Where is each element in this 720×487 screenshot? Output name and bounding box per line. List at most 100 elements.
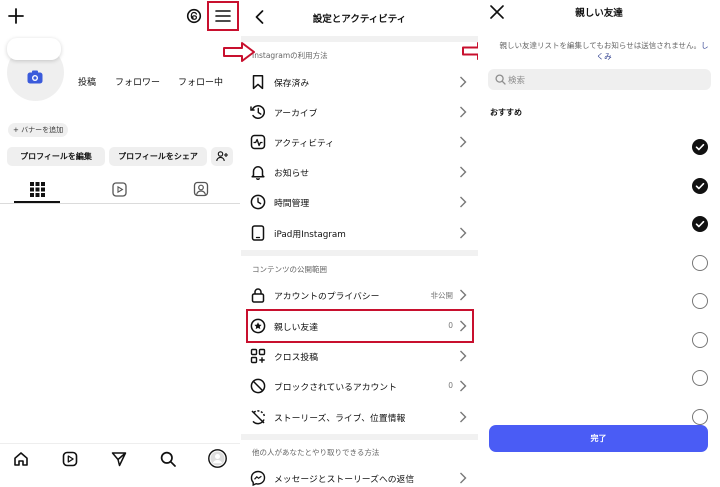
settings-item-ipad[interactable]: iPad用Instagram bbox=[241, 218, 478, 248]
posts-stat-label[interactable]: 投稿 bbox=[78, 75, 96, 88]
home-icon[interactable] bbox=[13, 451, 29, 467]
lock-icon bbox=[250, 287, 266, 303]
block-icon bbox=[250, 378, 266, 394]
tablet-icon bbox=[250, 225, 266, 241]
settings-item-label: アカウントのプライバシー bbox=[274, 292, 380, 302]
chevron-right-icon bbox=[459, 166, 467, 178]
section-gap bbox=[241, 250, 478, 256]
discover-people-button[interactable] bbox=[211, 147, 233, 166]
search-icon bbox=[495, 74, 506, 85]
story-off-icon bbox=[250, 409, 266, 425]
chevron-right-icon bbox=[459, 289, 467, 301]
friend-checkbox-unchecked[interactable] bbox=[692, 331, 708, 348]
archive-icon bbox=[250, 104, 266, 120]
chevron-right-icon bbox=[459, 472, 467, 484]
add-person-icon bbox=[216, 151, 228, 162]
settings-item-notifications[interactable]: お知らせ bbox=[241, 157, 478, 187]
settings-item-label: ブロックされているアカウント bbox=[274, 383, 397, 393]
section-gap bbox=[241, 36, 478, 42]
chevron-right-icon bbox=[459, 380, 467, 392]
following-stat-label[interactable]: フォロー中 bbox=[178, 75, 223, 88]
bell-icon bbox=[250, 164, 266, 180]
chevron-right-icon bbox=[459, 136, 467, 148]
chevron-right-icon bbox=[459, 106, 467, 118]
search-placeholder: 検索 bbox=[508, 76, 526, 86]
close-friends-panel: 親しい友達 親しい友達リストを編集してもお知らせは送信されません。しくみ 検索 … bbox=[478, 0, 720, 487]
friend-checkbox-unchecked[interactable] bbox=[692, 254, 708, 271]
threads-icon[interactable] bbox=[186, 8, 202, 24]
recommended-label: おすすめ bbox=[490, 108, 522, 117]
share-profile-button[interactable]: プロフィールをシェア bbox=[109, 147, 207, 166]
red-arrow-to-settings-icon bbox=[222, 41, 256, 63]
section-label-usage: Instagramの利用方法 bbox=[252, 51, 328, 60]
checkmark-icon bbox=[695, 143, 705, 151]
settings-item-label: アーカイブ bbox=[274, 109, 318, 119]
settings-item-account-privacy[interactable]: アカウントのプライバシー 非公開 bbox=[241, 280, 478, 310]
friend-checkbox-checked[interactable] bbox=[692, 139, 708, 155]
section-label-interactions: 他の人があなたとやり取りできる方法 bbox=[252, 448, 380, 457]
settings-item-label: 時間管理 bbox=[274, 199, 310, 209]
clock-icon bbox=[250, 194, 266, 210]
grid-tab-icon[interactable] bbox=[30, 182, 45, 197]
profile-panel: 投稿 フォロワー フォロー中 + バナーを追加 プロフィールを編集 プロフィール… bbox=[0, 0, 240, 487]
tabs-divider bbox=[0, 203, 240, 204]
activity-icon bbox=[250, 134, 266, 150]
settings-item-blocked[interactable]: ブロックされているアカウント 0 bbox=[241, 371, 478, 401]
profile-top-bar bbox=[0, 0, 240, 34]
settings-item-label: メッセージとストーリーズへの返信 bbox=[274, 475, 415, 485]
checkmark-icon bbox=[695, 182, 705, 189]
checkmark-icon bbox=[695, 220, 705, 228]
camera-icon[interactable] bbox=[27, 70, 43, 84]
settings-item-archive[interactable]: アーカイブ bbox=[241, 97, 478, 127]
chevron-right-icon bbox=[459, 76, 467, 88]
reels-nav-icon[interactable] bbox=[62, 451, 78, 467]
grid-plus-icon bbox=[250, 348, 266, 364]
profile-tabs bbox=[0, 178, 240, 202]
settings-item-label: クロス投稿 bbox=[274, 353, 318, 363]
settings-item-label: アクティビティ bbox=[274, 139, 335, 149]
section-gap bbox=[241, 434, 478, 440]
friend-checkbox-unchecked[interactable] bbox=[692, 370, 708, 386]
settings-item-time-management[interactable]: 時間管理 bbox=[241, 187, 478, 217]
settings-item-messages-replies[interactable]: メッセージとストーリーズへの返信 bbox=[241, 463, 478, 487]
bookmark-icon bbox=[250, 74, 266, 90]
create-plus-icon[interactable] bbox=[8, 8, 24, 24]
search-nav-icon[interactable] bbox=[160, 451, 176, 467]
blocked-count: 0 bbox=[448, 381, 453, 390]
close-friends-description: 親しい友達リストを編集してもお知らせは送信されません。しくみ bbox=[498, 40, 710, 62]
add-banner-chip[interactable]: + バナーを追加 bbox=[8, 123, 69, 137]
settings-item-label: ストーリーズ、ライブ、位置情報 bbox=[274, 414, 406, 424]
settings-item-label: お知らせ bbox=[274, 169, 310, 179]
settings-panel: 設定とアクティビティ Instagramの利用方法 保存済み アーカイブ アクテ… bbox=[241, 0, 478, 487]
settings-item-label: 保存済み bbox=[274, 79, 310, 89]
privacy-status-value: 非公開 bbox=[430, 291, 454, 300]
bottom-nav bbox=[0, 444, 240, 474]
send-icon[interactable] bbox=[111, 451, 127, 467]
close-friends-title: 親しい友達 bbox=[575, 8, 623, 19]
chevron-right-icon bbox=[459, 196, 467, 208]
chevron-right-icon bbox=[459, 411, 467, 423]
done-button[interactable]: 完了 bbox=[489, 425, 708, 452]
settings-item-activity[interactable]: アクティビティ bbox=[241, 127, 478, 157]
reels-tab-icon[interactable] bbox=[112, 182, 127, 197]
settings-title: 設定とアクティビティ bbox=[312, 14, 407, 25]
settings-item-saved[interactable]: 保存済み bbox=[241, 67, 478, 97]
friend-checkbox-unchecked[interactable] bbox=[692, 293, 708, 309]
settings-item-story-live-location[interactable]: ストーリーズ、ライブ、位置情報 bbox=[241, 402, 478, 432]
search-input[interactable]: 検索 bbox=[488, 69, 711, 90]
edit-profile-button[interactable]: プロフィールを編集 bbox=[7, 147, 105, 166]
profile-nav-avatar-icon[interactable] bbox=[208, 449, 227, 468]
description-text: 親しい友達リストを編集してもお知らせは送信されません。 bbox=[499, 41, 702, 50]
close-friends-highlight-box bbox=[246, 309, 474, 343]
tagged-tab-icon[interactable] bbox=[193, 181, 209, 197]
followers-stat-label[interactable]: フォロワー bbox=[115, 75, 160, 88]
friend-checkbox-checked[interactable] bbox=[692, 216, 708, 232]
chevron-right-icon bbox=[459, 227, 467, 239]
menu-highlight-box bbox=[207, 1, 239, 31]
section-label-visibility: コンテンツの公開範囲 bbox=[252, 265, 327, 274]
settings-item-crossposting[interactable]: クロス投稿 bbox=[241, 341, 478, 371]
note-bubble[interactable] bbox=[7, 38, 61, 60]
chevron-right-icon bbox=[459, 350, 467, 362]
friend-checkbox-checked[interactable] bbox=[692, 177, 708, 194]
friend-checkbox-unchecked[interactable] bbox=[692, 408, 708, 425]
